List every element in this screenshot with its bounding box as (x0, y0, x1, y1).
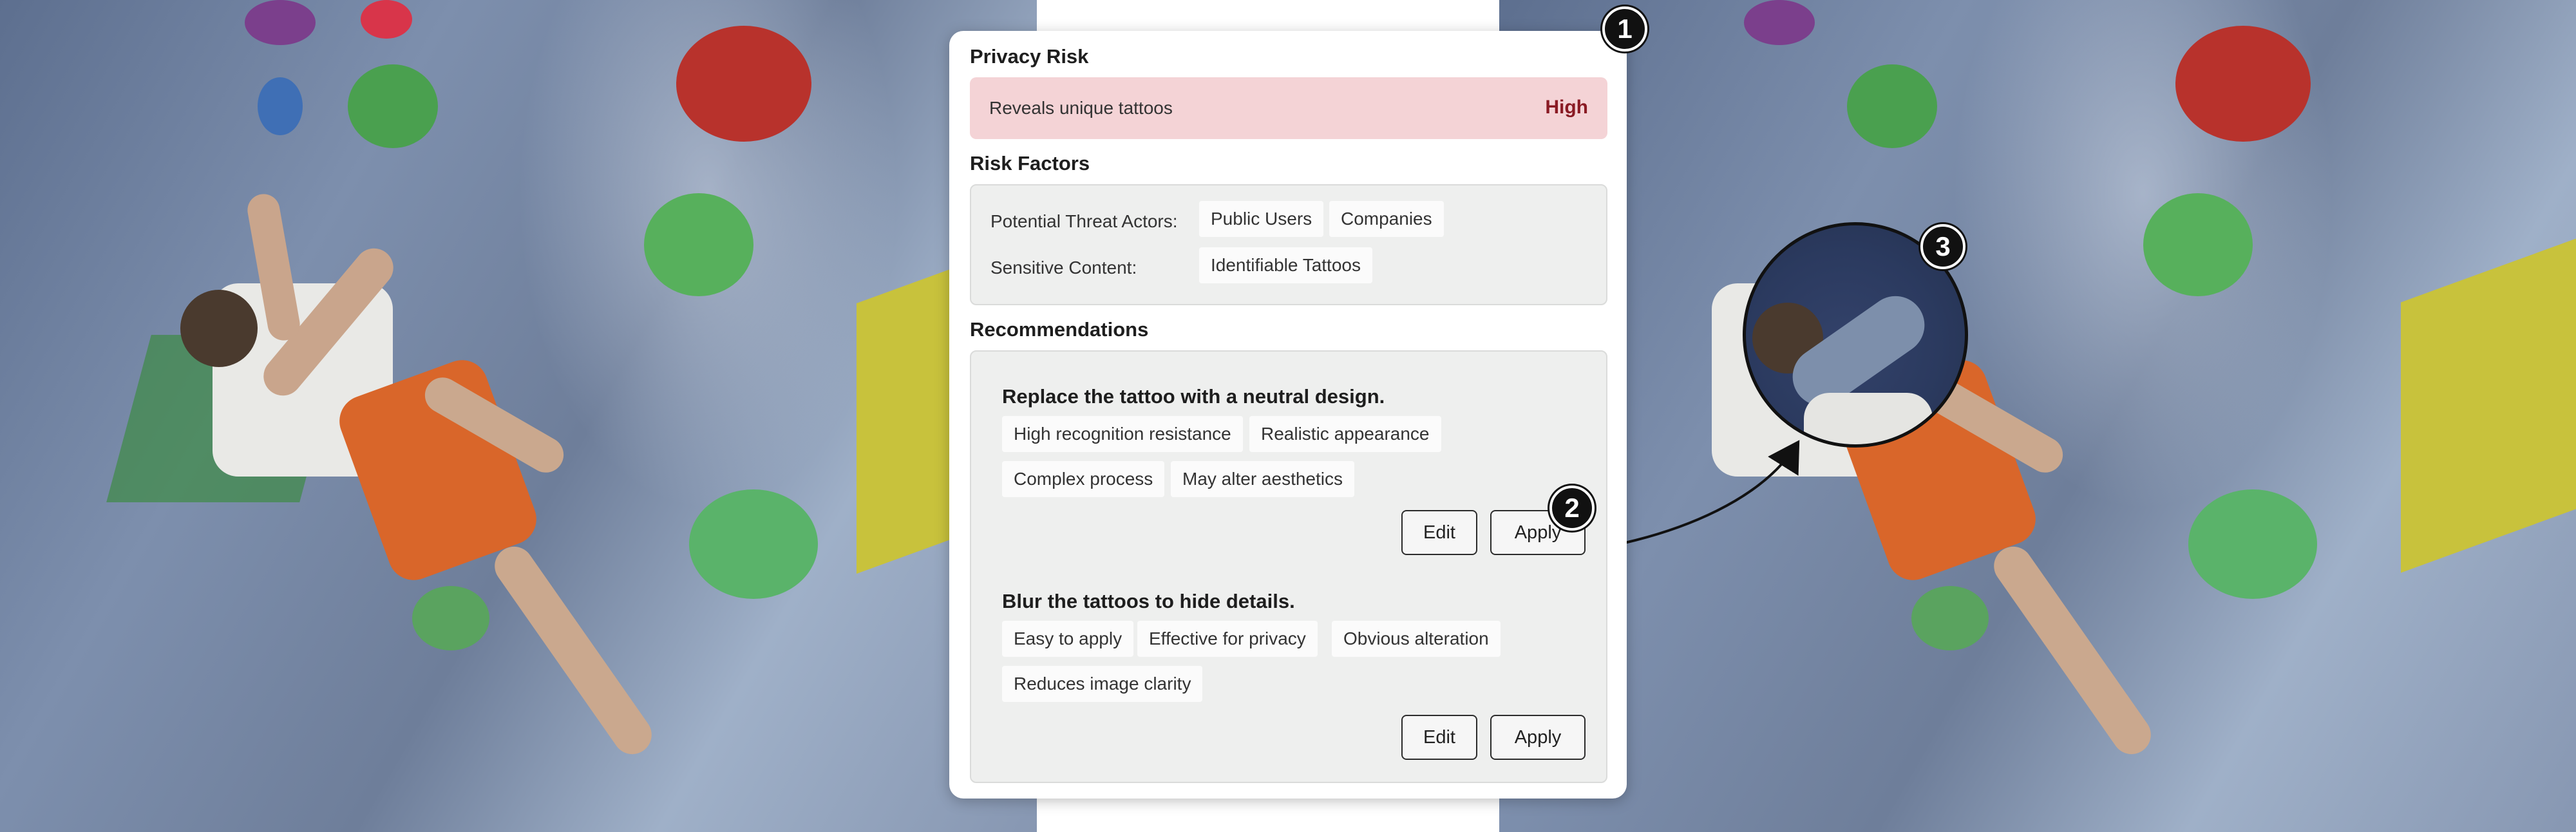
recommendation-title: Replace the tattoo with a neutral design… (1002, 385, 1385, 408)
recommendations-title: Recommendations (970, 318, 1149, 341)
recommendation-tag: May alter aesthetics (1171, 461, 1354, 497)
callout-badge-3: 3 (1920, 224, 1965, 269)
sensitive-content-chip: Identifiable Tattoos (1199, 247, 1372, 283)
recommendation-tag: Obvious alteration (1332, 621, 1501, 657)
edit-button[interactable]: Edit (1401, 715, 1477, 760)
recommendation-tag: Reduces image clarity (1002, 666, 1203, 702)
recommendations-panel: Replace the tattoo with a neutral design… (970, 350, 1607, 783)
edit-button[interactable]: Edit (1401, 510, 1477, 555)
risk-level-badge: High (1545, 97, 1588, 118)
privacy-panel: Privacy Risk Reveals unique tattoos High… (949, 31, 1627, 799)
recommendation-tag: High recognition resistance (1002, 416, 1243, 452)
risk-factors-title: Risk Factors (970, 152, 1090, 175)
recommendation-title: Blur the tattoos to hide details. (1002, 590, 1295, 612)
recommendation-tag: Easy to apply (1002, 621, 1134, 657)
risk-description: Reveals unique tattoos (989, 98, 1173, 118)
sensitive-content-label: Sensitive Content: (990, 258, 1137, 278)
recommendation-tag: Complex process (1002, 461, 1165, 497)
threat-actor-chip: Companies (1329, 201, 1444, 237)
threat-actor-chip: Public Users (1199, 201, 1324, 237)
apply-button[interactable]: Apply (1490, 715, 1586, 760)
privacy-risk-title: Privacy Risk (970, 45, 1089, 68)
callout-badge-2: 2 (1549, 486, 1595, 531)
recommendation-tag: Realistic appearance (1249, 416, 1441, 452)
risk-factors-panel: Potential Threat Actors: Public Users Co… (970, 184, 1607, 305)
risk-summary: Reveals unique tattoos High (970, 77, 1607, 139)
recommendation-tag: Effective for privacy (1137, 621, 1318, 657)
callout-badge-1: 1 (1602, 6, 1647, 52)
threat-actors-label: Potential Threat Actors: (990, 211, 1178, 231)
